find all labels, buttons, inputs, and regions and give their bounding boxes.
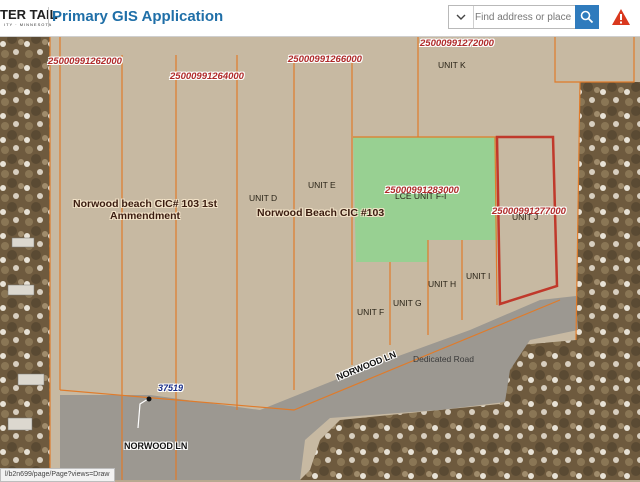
chevron-down-icon bbox=[456, 14, 466, 20]
county-logo[interactable]: TER TAIL ITY · MINNESOTA bbox=[0, 6, 58, 32]
search-input[interactable] bbox=[475, 8, 571, 26]
header-divider bbox=[48, 7, 49, 27]
map-view[interactable]: 25000991262000 25000991264000 2500099126… bbox=[0, 37, 640, 480]
address-point[interactable] bbox=[146, 396, 152, 402]
search-button[interactable] bbox=[575, 5, 599, 29]
unit-label: LCE UNIT F-I bbox=[395, 191, 447, 201]
road-note-label: Dedicated Road bbox=[413, 354, 474, 364]
unit-label: UNIT G bbox=[393, 298, 422, 308]
search-source-dropdown[interactable] bbox=[449, 6, 474, 28]
unit-label: UNIT I bbox=[466, 271, 491, 281]
parcel-id-label: 25000991266000 bbox=[288, 54, 362, 65]
warning-icon[interactable] bbox=[611, 8, 631, 26]
unit-label: UNIT E bbox=[308, 180, 336, 190]
search-icon bbox=[580, 10, 594, 24]
app-title: Primary GIS Application bbox=[52, 8, 224, 25]
parcel-id-label: 25000991272000 bbox=[420, 38, 494, 49]
unit-label: UNIT H bbox=[428, 279, 457, 289]
unit-label: UNIT J bbox=[512, 212, 539, 222]
address-label: 37519 bbox=[158, 383, 184, 393]
parcel-id-label: 25000991262000 bbox=[48, 56, 122, 67]
logo-subtext: ITY · MINNESOTA bbox=[4, 22, 53, 27]
parcel-id-label: 25000991264000 bbox=[170, 71, 244, 82]
app-header: TER TAIL ITY · MINNESOTA Primary GIS App… bbox=[0, 0, 640, 37]
map-canvas bbox=[0, 37, 640, 480]
unit-label: UNIT F bbox=[357, 307, 385, 317]
unit-label: UNIT D bbox=[249, 193, 278, 203]
unit-label: UNIT K bbox=[438, 60, 466, 70]
subdivision-label: Norwood beach CIC# 103 1st Ammendment bbox=[73, 198, 218, 222]
subdivision-label: Norwood Beach CIC #103 bbox=[257, 207, 385, 219]
road-label: NORWOOD LN bbox=[124, 441, 188, 451]
